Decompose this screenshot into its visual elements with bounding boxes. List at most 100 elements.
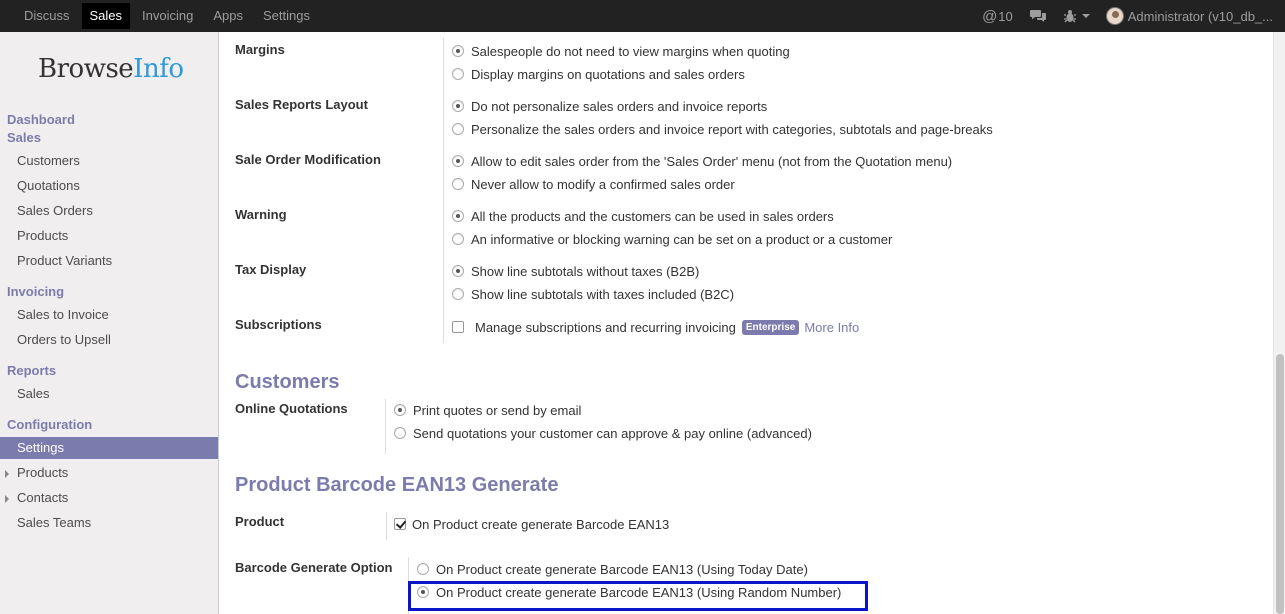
radio-button[interactable] [394,404,406,416]
sidebar-item-products[interactable]: Products [0,225,218,247]
menu-sales[interactable]: Sales [81,3,131,29]
sidebar-item-sales-to-invoice[interactable]: Sales to Invoice [0,304,218,326]
logo-browse: Browse [38,54,134,84]
radio-button[interactable] [394,427,406,439]
barcode-product-divider [386,512,387,540]
menu-apps[interactable]: Apps [203,3,253,29]
sidebar-header-configuration[interactable]: Configuration [7,417,92,432]
radio-button[interactable] [452,123,464,135]
top-navbar: Discuss Sales Invoicing Apps Settings @ … [0,0,1285,32]
order-modification-label: Sale Order Modification [235,152,381,167]
option-label: Display margins on quotations and sales … [471,66,745,82]
main-menu: Discuss Sales Invoicing Apps Settings [0,0,320,32]
subscriptions-label: Subscriptions [235,317,322,332]
margins-label: Margins [235,42,285,57]
sidebar-item-orders-to-upsell[interactable]: Orders to Upsell [0,329,218,351]
option-label: Manage subscriptions and recurring invoi… [475,319,736,335]
radio-button[interactable] [452,45,464,57]
scrollbar[interactable] [1273,32,1285,614]
sidebar-item-label: Contacts [17,490,69,505]
chat-button[interactable] [1021,0,1055,32]
debug-button[interactable] [1055,0,1098,32]
radio-button[interactable] [452,210,464,222]
radio-button[interactable] [452,100,464,112]
sidebar-item-sales-orders[interactable]: Sales Orders [0,200,218,222]
online-quotations-label: Online Quotations [235,401,348,416]
option-label: Personalize the sales orders and invoice… [471,121,993,137]
reports-layout-option-default[interactable]: Do not personalize sales orders and invo… [452,97,767,115]
customers-section-title: Customers [235,371,340,393]
caret-right-icon [5,495,9,503]
user-name: Administrator (v10_db_... [1127,8,1273,24]
sidebar-item-reports-sales[interactable]: Sales [0,383,218,405]
more-info-link[interactable]: More Info [804,320,859,335]
barcode-option-today-date[interactable]: On Product create generate Barcode EAN13… [417,560,808,578]
option-label: Show line subtotals without taxes (B2B) [471,263,700,279]
tax-display-option-b2b[interactable]: Show line subtotals without taxes (B2B) [452,262,699,280]
chat-icon [1029,10,1046,22]
sidebar-header-invoicing[interactable]: Invoicing [7,284,64,299]
warning-label: Warning [235,207,287,222]
sidebar-item-config-products[interactable]: Products [0,462,218,484]
enterprise-badge: Enterprise [741,319,800,335]
option-label: All the products and the customers can b… [471,208,834,224]
scrollbar-thumb[interactable] [1276,354,1284,614]
radio-button[interactable] [452,288,464,300]
company-logo: BrowseInfo [38,54,184,84]
sidebar: BrowseInfo Dashboard Sales Customers Quo… [0,32,219,614]
reports-layout-option-personalize[interactable]: Personalize the sales orders and invoice… [452,120,993,138]
caret-right-icon [5,470,9,478]
option-label: Send quotations your customer can approv… [413,425,812,441]
mentions-button[interactable]: @ 10 [974,0,1021,32]
sidebar-dashboard[interactable]: Dashboard [7,112,75,127]
caret-down-icon [1081,14,1090,18]
option-label: On Product create generate Barcode EAN13 [412,516,670,532]
sidebar-item-customers[interactable]: Customers [0,150,218,172]
sidebar-item-sales-teams[interactable]: Sales Teams [0,512,218,534]
sidebar-item-quotations[interactable]: Quotations [0,175,218,197]
radio-button[interactable] [417,563,429,575]
mentions-count: 10 [998,8,1013,24]
at-icon: @ [982,7,998,25]
avatar [1105,7,1124,25]
option-label: Never allow to modify a confirmed sales … [471,176,735,192]
tax-display-option-b2c[interactable]: Show line subtotals with taxes included … [452,285,734,303]
radio-button[interactable] [452,68,464,80]
radio-button[interactable] [452,178,464,190]
radio-button[interactable] [452,265,464,277]
option-label: Print quotes or send by email [413,402,582,418]
menu-invoicing[interactable]: Invoicing [132,3,203,29]
radio-button[interactable] [452,233,464,245]
warning-option-all[interactable]: All the products and the customers can b… [452,207,834,225]
barcode-section-title: Product Barcode EAN13 Generate [235,474,559,496]
option-label: Salespeople do not need to view margins … [471,43,790,59]
margins-option-display[interactable]: Display margins on quotations and sales … [452,65,745,83]
sidebar-header-sales[interactable]: Sales [7,130,41,145]
radio-button[interactable] [452,155,464,167]
warning-option-informative[interactable]: An informative or blocking warning can b… [452,230,892,248]
logo-info: Info [133,54,184,84]
checkbox[interactable] [452,321,464,333]
checkbox[interactable] [394,518,406,530]
menu-settings[interactable]: Settings [253,3,320,29]
margins-option-hide[interactable]: Salespeople do not need to view margins … [452,42,790,60]
sidebar-item-settings[interactable]: Settings [0,437,218,459]
sidebar-item-product-variants[interactable]: Product Variants [0,250,218,272]
order-modification-option-allow[interactable]: Allow to edit sales order from the 'Sale… [452,152,952,170]
subscriptions-option[interactable]: Manage subscriptions and recurring invoi… [452,318,859,336]
tax-display-label: Tax Display [235,262,307,277]
barcode-product-option[interactable]: On Product create generate Barcode EAN13 [394,515,669,533]
online-quotations-option-print[interactable]: Print quotes or send by email [394,401,581,419]
user-menu[interactable]: Administrator (v10_db_... [1098,0,1285,32]
order-modification-option-never[interactable]: Never allow to modify a confirmed sales … [452,175,735,193]
sidebar-item-contacts[interactable]: Contacts [0,487,218,509]
barcode-product-label: Product [235,514,285,529]
reports-layout-label: Sales Reports Layout [235,97,368,112]
systray: @ 10 Administrator (v10_db_... [974,0,1285,32]
barcode-generate-option-label: Barcode Generate Option [235,560,393,575]
online-quotations-option-online[interactable]: Send quotations your customer can approv… [394,424,812,442]
option-label: An informative or blocking warning can b… [471,231,893,247]
sidebar-header-reports[interactable]: Reports [7,363,56,378]
option-label: Do not personalize sales orders and invo… [471,98,768,114]
menu-discuss[interactable]: Discuss [14,3,80,29]
